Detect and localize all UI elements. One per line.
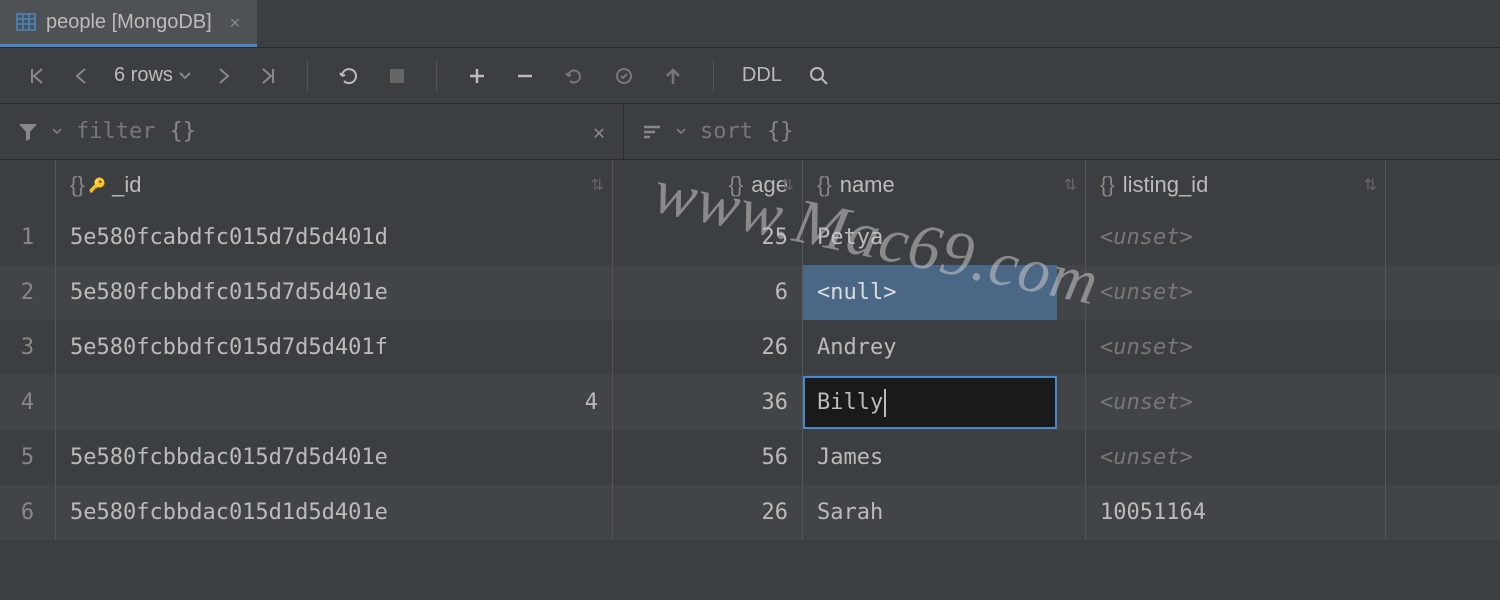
row-count-label: 6 rows <box>114 64 173 87</box>
cell-listing[interactable]: <unset> <box>1086 375 1386 430</box>
row-number[interactable]: 1 <box>0 210 56 265</box>
divider <box>436 60 437 92</box>
sort-handle-icon[interactable]: ⇅ <box>1064 175 1077 195</box>
column-header-age[interactable]: {} age ⇅ <box>613 160 803 210</box>
cell-age[interactable]: 25 <box>613 210 803 265</box>
next-page-button[interactable] <box>207 63 241 89</box>
sort-section[interactable]: sort {} <box>624 104 811 159</box>
cell-listing[interactable]: <unset> <box>1086 320 1386 375</box>
column-header-id[interactable]: {} 🔑 _id ⇅ <box>56 160 613 210</box>
chevron-down-icon <box>52 128 62 135</box>
row-number[interactable]: 2 <box>0 265 56 320</box>
table-row[interactable]: 55e580fcbbdac015d7d5d401e56James<unset> <box>0 430 1500 485</box>
filter-icon <box>18 123 38 141</box>
add-row-button[interactable] <box>457 62 497 90</box>
tab-people[interactable]: people [MongoDB] ✕ <box>0 0 257 47</box>
column-header-listing[interactable]: {} listing_id ⇅ <box>1086 160 1386 210</box>
last-page-button[interactable] <box>249 63 287 89</box>
tab-bar: people [MongoDB] ✕ <box>0 0 1500 48</box>
sort-handle-icon[interactable]: ⇅ <box>591 175 604 195</box>
sort-handle-icon[interactable]: ⇅ <box>781 175 794 195</box>
braces-icon: {} <box>70 172 85 198</box>
table-row[interactable]: 65e580fcbbdac015d1d5d401e26Sarah10051164 <box>0 485 1500 540</box>
stop-button[interactable] <box>378 63 416 89</box>
table-row[interactable]: 25e580fcbbdfc015d7d5d401e6<null><unset> <box>0 265 1500 320</box>
divider <box>713 60 714 92</box>
tab-title: people [MongoDB] <box>46 11 212 34</box>
column-label: _id <box>112 172 141 198</box>
remove-row-button[interactable] <box>505 62 545 90</box>
prev-page-button[interactable] <box>64 63 98 89</box>
ddl-button[interactable]: DDL <box>734 64 790 87</box>
cell-id[interactable]: 5e580fcbbdac015d7d5d401e <box>56 430 613 485</box>
table-row[interactable]: 15e580fcabdfc015d7d5d401d25Petya<unset> <box>0 210 1500 265</box>
chevron-down-icon <box>676 128 686 135</box>
refresh-button[interactable] <box>328 61 370 91</box>
sort-handle-icon[interactable]: ⇅ <box>1364 175 1377 195</box>
braces-icon: {} <box>1100 172 1115 198</box>
divider <box>307 60 308 92</box>
search-button[interactable] <box>798 61 840 91</box>
close-icon[interactable]: ✕ <box>230 12 241 33</box>
cell-id[interactable]: 5e580fcabdfc015d7d5d401d <box>56 210 613 265</box>
commit-button[interactable] <box>603 61 645 91</box>
cell-name[interactable]: Sarah <box>803 485 1086 540</box>
toolbar: 6 rows DDL <box>0 48 1500 104</box>
row-number[interactable]: 3 <box>0 320 56 375</box>
chevron-down-icon <box>179 72 191 80</box>
submit-button[interactable] <box>653 61 693 91</box>
filter-section[interactable]: filter {} ✕ <box>0 104 624 159</box>
row-number[interactable]: 6 <box>0 485 56 540</box>
clear-filter-icon[interactable]: ✕ <box>593 120 605 144</box>
cell-id[interactable]: 5e580fcbbdfc015d7d5d401f <box>56 320 613 375</box>
braces-icon: {} <box>817 172 832 198</box>
cell-id[interactable]: 4 <box>56 375 613 430</box>
row-count[interactable]: 6 rows <box>106 64 199 87</box>
row-number[interactable]: 5 <box>0 430 56 485</box>
sort-label: sort <box>700 119 753 144</box>
filter-label: filter <box>76 119 155 144</box>
cell-editing-input[interactable]: Billy <box>803 376 1057 429</box>
revert-button[interactable] <box>553 61 595 91</box>
column-header-name[interactable]: {} name ⇅ <box>803 160 1086 210</box>
cell-name[interactable]: Billy <box>803 375 1086 430</box>
column-label: listing_id <box>1123 172 1209 198</box>
cell-id[interactable]: 5e580fcbbdfc015d7d5d401e <box>56 265 613 320</box>
row-number[interactable]: 4 <box>0 375 56 430</box>
cell-id[interactable]: 5e580fcbbdac015d1d5d401e <box>56 485 613 540</box>
braces-icon: {} <box>729 172 744 198</box>
cell-age[interactable]: 26 <box>613 485 803 540</box>
sort-icon <box>642 124 662 140</box>
cell-listing[interactable]: <unset> <box>1086 430 1386 485</box>
table-icon <box>16 12 36 32</box>
table-row[interactable]: 35e580fcbbdfc015d7d5d401f26Andrey<unset> <box>0 320 1500 375</box>
row-num-header <box>0 160 56 210</box>
cell-listing[interactable]: 10051164 <box>1086 485 1386 540</box>
cell-name[interactable]: Petya <box>803 210 1086 265</box>
table-row[interactable]: 4436Billy<unset> <box>0 375 1500 430</box>
cell-age[interactable]: 26 <box>613 320 803 375</box>
cell-listing[interactable]: <unset> <box>1086 210 1386 265</box>
cell-name[interactable]: <null> <box>803 265 1086 320</box>
cell-listing[interactable]: <unset> <box>1086 265 1386 320</box>
cell-name[interactable]: James <box>803 430 1086 485</box>
data-table: {} 🔑 _id ⇅ {} age ⇅ {} name ⇅ {} listing… <box>0 160 1500 540</box>
column-label: name <box>840 172 895 198</box>
cell-age[interactable]: 6 <box>613 265 803 320</box>
cell-age[interactable]: 56 <box>613 430 803 485</box>
first-page-button[interactable] <box>18 63 56 89</box>
cell-name[interactable]: Andrey <box>803 320 1086 375</box>
filter-braces: {} <box>169 119 196 144</box>
key-icon: 🔑 <box>89 177 106 194</box>
table-header-row: {} 🔑 _id ⇅ {} age ⇅ {} name ⇅ {} listing… <box>0 160 1500 210</box>
filter-sort-bar: filter {} ✕ sort {} <box>0 104 1500 160</box>
sort-braces: {} <box>767 119 794 144</box>
cell-age[interactable]: 36 <box>613 375 803 430</box>
